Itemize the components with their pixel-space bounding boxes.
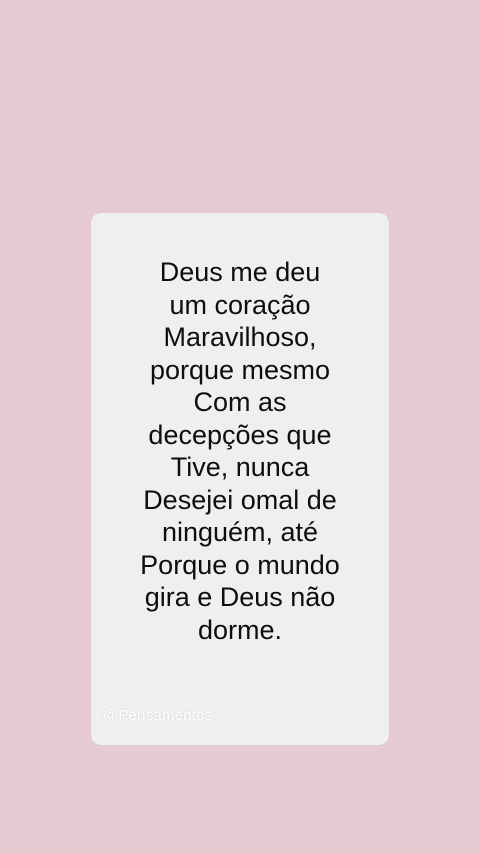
- page: { "quote": { "lines": [ "Deus me deu", "…: [0, 0, 480, 854]
- quote-line: Porque o mundo: [140, 549, 340, 580]
- quote-line: Maravilhoso,: [163, 322, 317, 352]
- quote-card: Deus me deu um coração Maravilhoso, porq…: [91, 213, 389, 745]
- quote-line: ninguém, até: [161, 517, 319, 547]
- watermark-handle: @Pensamentos: [103, 707, 213, 724]
- quote-line: decepções que: [148, 419, 332, 450]
- quote-line: porque mesmo: [149, 354, 331, 385]
- quote-line: Deus me deu: [159, 257, 321, 287]
- quote-line: gira e Deus não: [144, 582, 336, 612]
- quote-line: Tive, nunca: [170, 452, 310, 482]
- quote-line: um coração: [169, 289, 311, 320]
- quote-text: Deus me deu um coração Maravilhoso, porq…: [91, 256, 389, 646]
- quote-line: Com as: [193, 387, 287, 417]
- quote-line: dorme.: [197, 614, 283, 645]
- quote-line: Desejei omal de: [143, 484, 337, 515]
